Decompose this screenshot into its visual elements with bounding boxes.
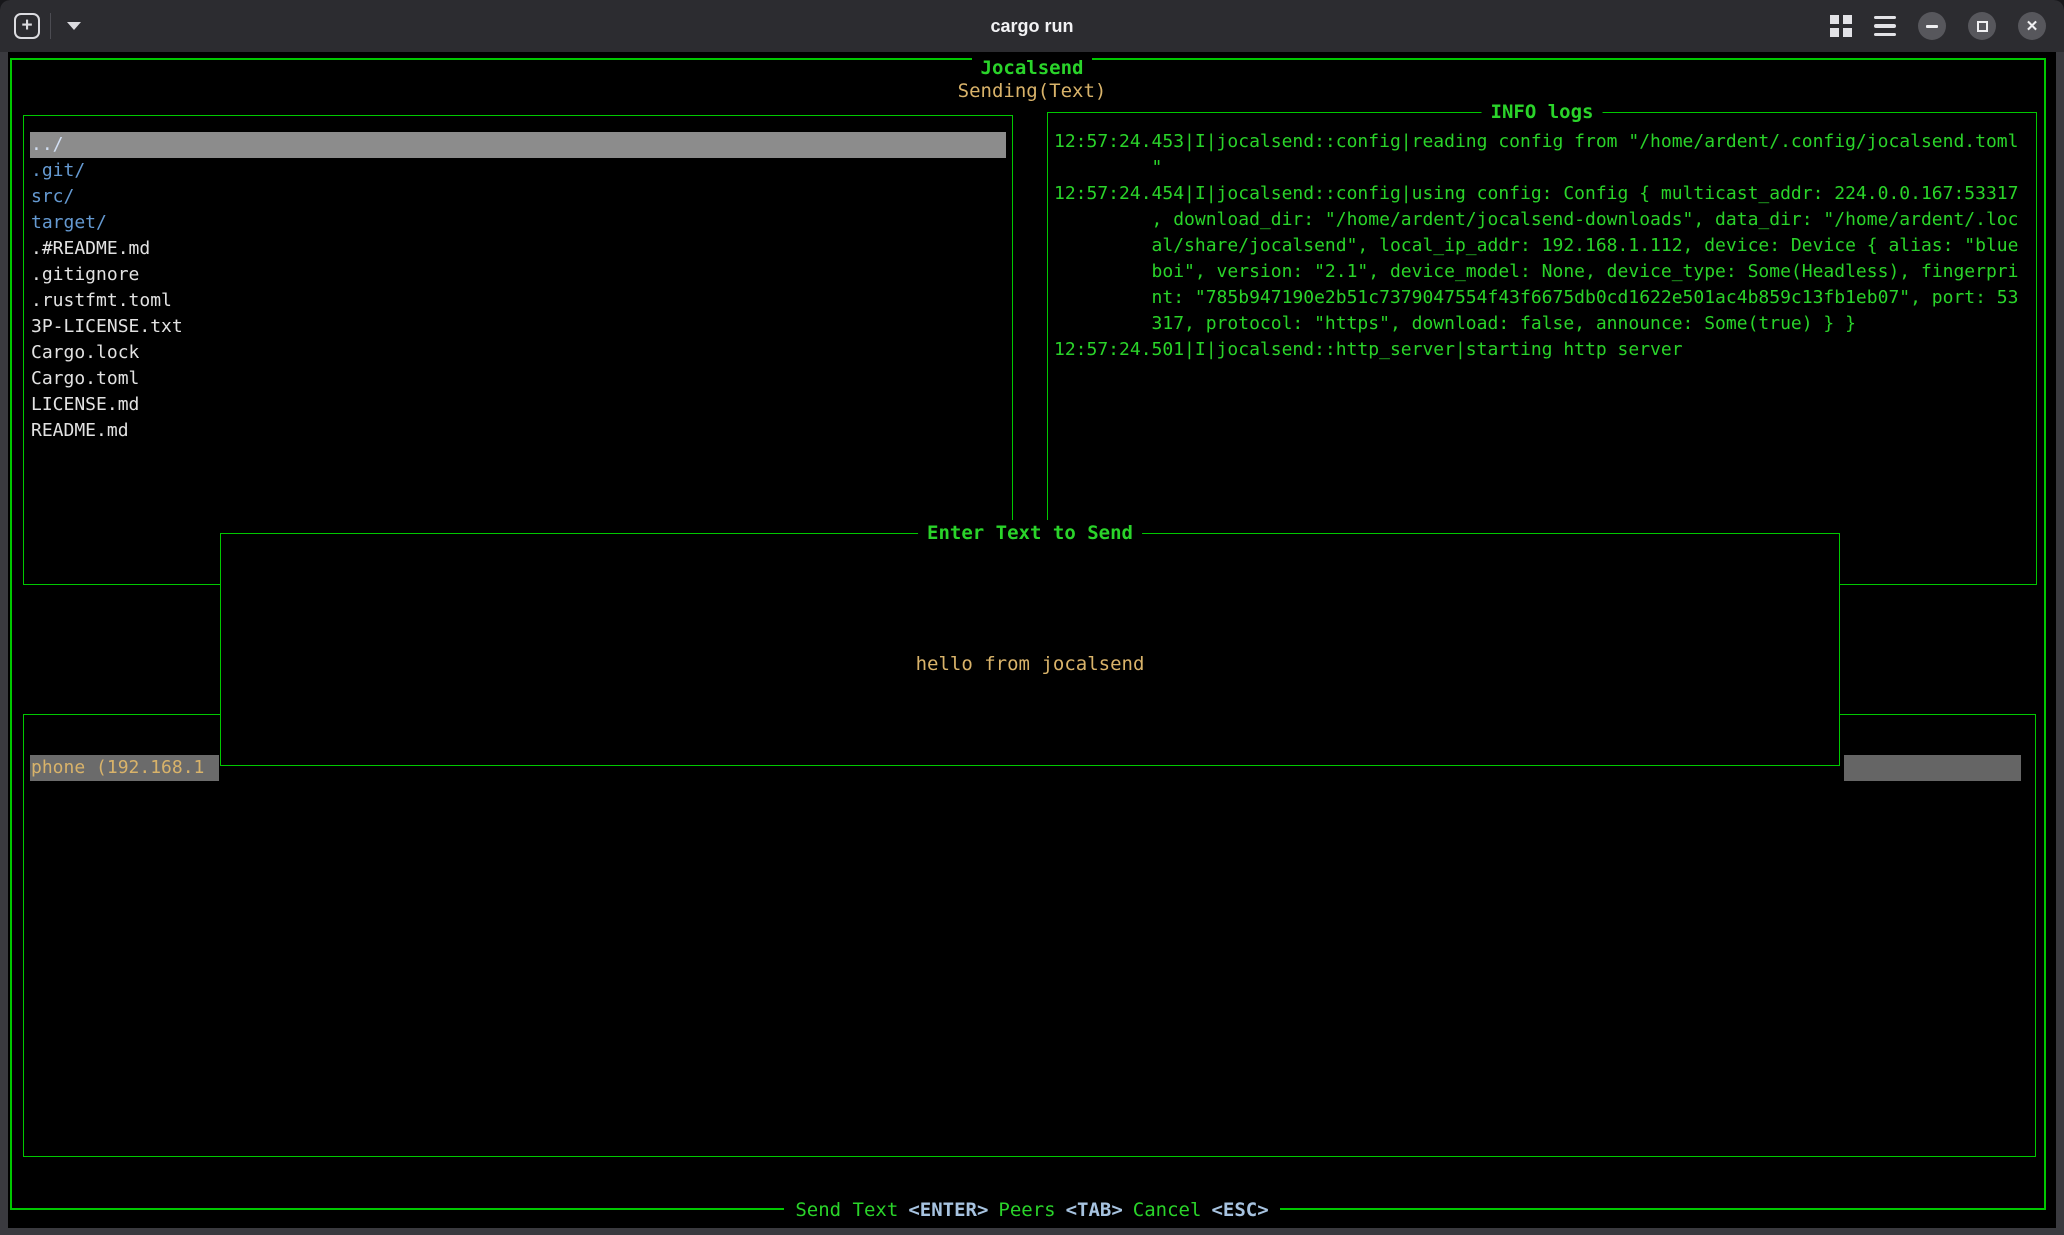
titlebar: + cargo run ✕ (0, 0, 2064, 52)
log-line: 12:57:24.453|I|jocalsend::config|reading… (1054, 129, 2036, 155)
file-panel: ../ .git/ src/ target/ .#README.md .giti… (23, 115, 1013, 585)
maximize-icon (1977, 21, 1988, 32)
log-lines: 12:57:24.453|I|jocalsend::config|reading… (1048, 113, 2036, 363)
modal-title: Enter Text to Send (918, 520, 1142, 546)
file-item[interactable]: .#README.md (30, 236, 1006, 262)
keyhint-peers-label: Peers (998, 1199, 1055, 1221)
close-icon: ✕ (2026, 17, 2039, 35)
log-line: 12:57:24.501|I|jocalsend::http_server|st… (1054, 337, 2036, 363)
log-line: , download_dir: "/home/ardent/jocalsend-… (1054, 207, 2036, 233)
peer-item-selected[interactable]: phone (192.168.1 (30, 755, 219, 781)
text-send-modal: Enter Text to Send hello from jocalsend (220, 533, 1840, 766)
file-item[interactable]: LICENSE.md (30, 392, 1006, 418)
keyhint-cancel-key: <ESC> (1211, 1199, 1268, 1221)
logs-panel: INFO logs 12:57:24.453|I|jocalsend::conf… (1047, 112, 2037, 585)
window-body: Jocalsend Sending(Text) ../ .git/ src/ t… (0, 52, 2064, 1235)
log-line: 12:57:24.454|I|jocalsend::config|using c… (1054, 181, 2036, 207)
minimize-button[interactable] (1918, 12, 1946, 40)
file-item[interactable]: .git/ (30, 158, 1006, 184)
file-item[interactable]: .gitignore (30, 262, 1006, 288)
log-line: 317, protocol: "https", download: false,… (1054, 311, 2036, 337)
hamburger-icon (1874, 16, 1896, 37)
file-item[interactable]: 3P-LICENSE.txt (30, 314, 1006, 340)
terminal-screen[interactable]: Jocalsend Sending(Text) ../ .git/ src/ t… (8, 52, 2056, 1228)
peers-panel: phone (192.168.1 (23, 714, 2036, 1157)
log-line: boi", version: "2.1", device_model: None… (1054, 259, 2036, 285)
log-line: nt: "785b947190e2b51c7379047554f43f6675d… (1054, 285, 2036, 311)
keyhint-peers-key: <TAB> (1066, 1199, 1123, 1221)
menu-button[interactable] (1874, 16, 1896, 37)
file-item[interactable]: README.md (30, 418, 1006, 444)
keyhint-cancel-label: Cancel (1133, 1199, 1202, 1221)
file-item[interactable]: .rustfmt.toml (30, 288, 1006, 314)
log-line: " (1054, 155, 2036, 181)
file-item[interactable]: Cargo.lock (30, 340, 1006, 366)
minimize-icon (1926, 25, 1938, 28)
file-list: ../ .git/ src/ target/ .#README.md .giti… (24, 116, 1012, 444)
grid-icon (1830, 15, 1852, 37)
file-item[interactable]: Cargo.toml (30, 366, 1006, 392)
keyhint-send-label: Send Text (795, 1199, 898, 1221)
peer-item-selected-highlight (1844, 755, 2021, 781)
split-view-button[interactable] (1830, 15, 1852, 37)
log-line: al/share/jocalsend", local_ip_addr: 192.… (1054, 233, 2036, 259)
maximize-button[interactable] (1968, 12, 1996, 40)
file-item[interactable]: src/ (30, 184, 1006, 210)
keyhint-send-key: <ENTER> (908, 1199, 988, 1221)
file-item[interactable]: ../ (30, 132, 1006, 158)
text-input[interactable]: hello from jocalsend (221, 651, 1839, 677)
keybar: Send Text <ENTER> Peers <TAB> Cancel <ESC> (8, 1197, 2056, 1223)
app-status: Sending(Text) (8, 78, 2056, 104)
logs-panel-title: INFO logs (1482, 99, 1603, 125)
close-button[interactable]: ✕ (2018, 12, 2046, 40)
window: + cargo run ✕ (0, 0, 2064, 1235)
app-title: Jocalsend (972, 57, 1093, 79)
window-title: cargo run (0, 16, 2064, 37)
file-item[interactable]: target/ (30, 210, 1006, 236)
